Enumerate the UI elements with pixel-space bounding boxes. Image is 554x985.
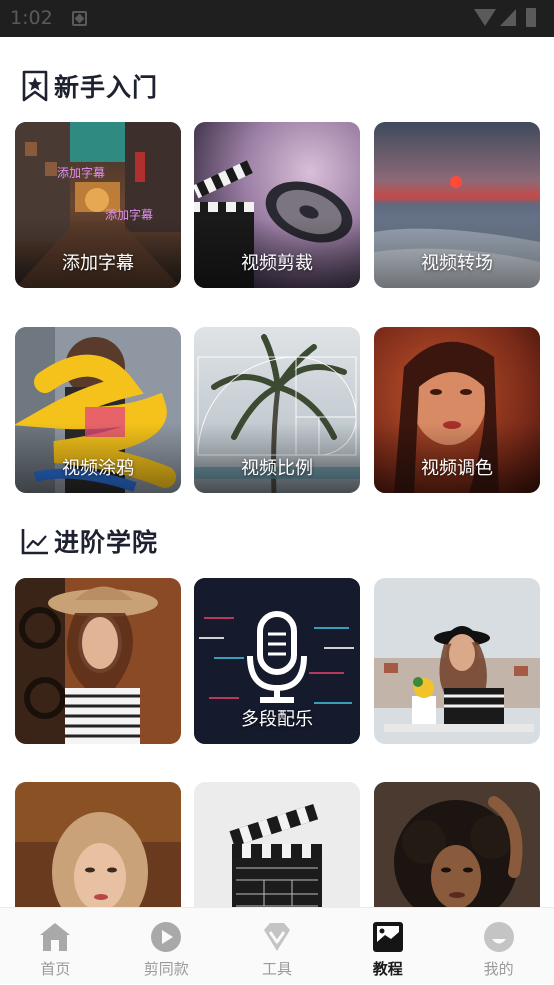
nav-item-tutorial[interactable]: 教程 (332, 908, 443, 985)
tutorial-card-video-doodle[interactable]: 视频涂鸦 (15, 327, 181, 493)
section-title-beginner: 新手入门 (54, 73, 159, 102)
card-label: 视频涂鸦 (62, 458, 134, 479)
tutorial-scroll-content[interactable]: 新手入门 添加字幕 添加字幕 添加字幕 视频剪裁 视频转场 视频涂鸦 视频比例 … (0, 37, 554, 907)
tutorial-card-advanced-5[interactable] (194, 782, 360, 907)
play-icon (151, 922, 182, 952)
blonde-portrait-thumbnail (15, 782, 181, 907)
tutorial-card-video-ratio[interactable]: 视频比例 (194, 327, 360, 493)
status-time: 1:02 (10, 7, 53, 29)
home-icon (40, 923, 71, 951)
nav-label-tutorial: 教程 (372, 960, 403, 978)
line-chart-icon (21, 529, 48, 555)
picture-icon (372, 922, 403, 952)
cellular-signal-icon (500, 9, 516, 26)
nav-item-tools[interactable]: 工具 (222, 908, 333, 985)
nav-label-templates: 剪同款 (143, 960, 189, 978)
nav-item-templates[interactable]: 剪同款 (111, 908, 222, 985)
section-header-advanced: 进阶学院 (20, 521, 158, 561)
bookmark-star-icon (22, 70, 48, 102)
card-label: 视频比例 (241, 458, 313, 479)
nav-item-home[interactable]: 首页 (0, 908, 111, 985)
tutorial-card-video-transition[interactable]: 视频转场 (374, 122, 540, 288)
wifi-icon (474, 9, 496, 26)
tutorial-card-advanced-6[interactable] (374, 782, 540, 907)
card-label: 视频转场 (421, 253, 493, 274)
nav-label-home: 首页 (40, 960, 71, 978)
bottom-navigation: 首页 剪同款 工具 教程 我的 (0, 907, 554, 984)
status-bar: 1:02 (0, 0, 554, 37)
profile-icon (483, 922, 514, 952)
tutorial-card-multi-music[interactable]: 多段配乐 (194, 578, 360, 744)
section-header-beginner: 新手入门 (20, 66, 158, 106)
nav-label-tools: 工具 (261, 960, 292, 978)
card-label: 添加字幕 (62, 253, 134, 274)
battery-icon (526, 8, 536, 27)
nav-item-profile[interactable]: 我的 (443, 908, 554, 985)
tutorial-card-color-grading[interactable]: 视频调色 (374, 327, 540, 493)
tutorial-card-video-trim[interactable]: 视频剪裁 (194, 122, 360, 288)
clapperboard-thumbnail (194, 782, 360, 907)
sample-subtitle-text: 添加字幕 (57, 166, 106, 180)
cafe-portrait-thumbnail (374, 578, 540, 744)
curly-hair-portrait-thumbnail (374, 782, 540, 907)
diamond-icon (263, 923, 290, 951)
card-label: 多段配乐 (241, 709, 313, 730)
nav-label-profile: 我的 (483, 960, 514, 978)
section-title-advanced: 进阶学院 (54, 528, 159, 557)
notification-icon (72, 11, 87, 26)
tutorial-card-advanced-4[interactable] (15, 782, 181, 907)
tutorial-card-advanced-3[interactable] (374, 578, 540, 744)
tutorial-card-advanced-1[interactable] (15, 578, 181, 744)
card-label: 视频调色 (421, 458, 493, 479)
hat-portrait-thumbnail (15, 578, 181, 744)
card-label: 视频剪裁 (241, 253, 313, 274)
tutorial-card-add-subtitles[interactable]: 添加字幕 添加字幕 添加字幕 (15, 122, 181, 288)
